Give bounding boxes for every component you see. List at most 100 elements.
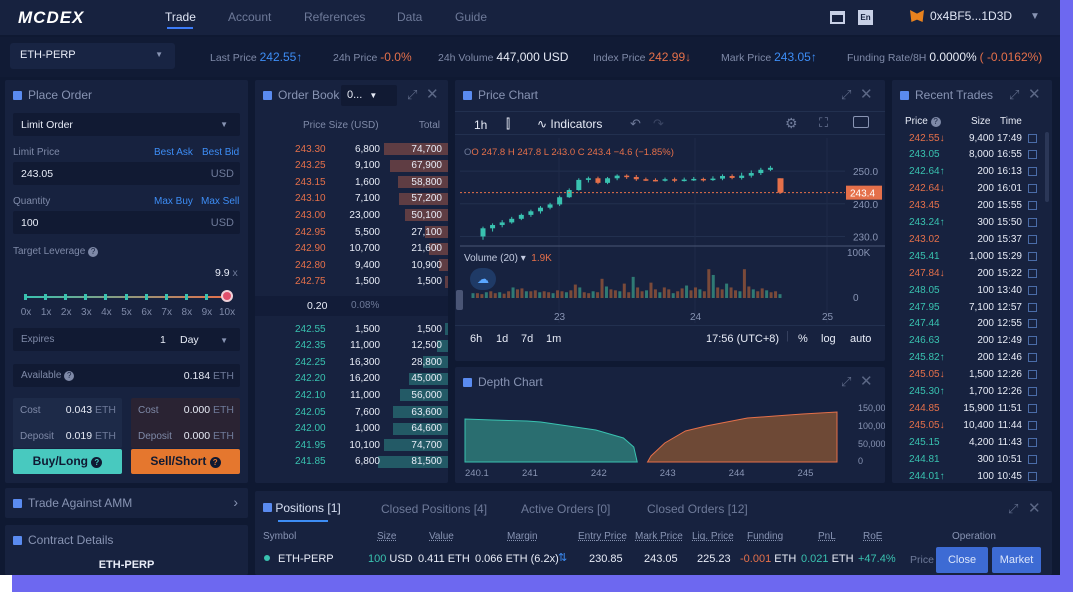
range-6h[interactable]: 6h [470,333,482,345]
column-header[interactable]: PnL [818,531,836,542]
external-link-icon[interactable] [1028,471,1037,481]
nav-guide[interactable]: Guide [455,10,487,24]
tab-positions[interactable]: Positions [1] [263,501,341,515]
orderbook-row[interactable]: 241.95 10,100 74,700 [255,437,448,453]
language-button[interactable]: En [858,10,873,25]
layout-icon[interactable] [830,11,845,24]
column-header[interactable]: Value [429,531,454,542]
leverage-tick-label[interactable]: 5x [119,307,135,318]
wallet-button[interactable]: 0x4BF5...1D3D ▼ [910,9,1040,23]
external-link-icon[interactable] [1028,420,1037,430]
orderbook-row[interactable]: 242.05 7,600 63,600 [255,404,448,420]
expand-icon[interactable]: ⤢ [841,374,851,390]
depth-chart[interactable]: 150,00 100,00 50,000 0 240.1 241 242 243 244 245 [455,397,885,483]
range-7d[interactable]: 7d [521,333,533,345]
undo-icon[interactable]: ↶ [630,116,641,132]
timezone[interactable]: 17:56 (UTC+8) [706,333,779,345]
market-selector[interactable]: ETH-PERP ▼ [10,43,175,69]
quantity-input[interactable]: 100 USD [13,211,240,234]
range-1m[interactable]: 1m [546,333,561,345]
column-header[interactable]: Size [377,531,396,542]
external-link-icon[interactable] [1028,370,1037,380]
percent-toggle[interactable]: % [798,333,808,345]
column-header[interactable]: RoE [863,531,882,542]
logo[interactable]: MCDEX [18,8,84,28]
external-link-icon[interactable] [1028,285,1037,295]
max-sell-link[interactable]: Max Sell [201,196,239,207]
tab-closed-orders[interactable]: Closed Orders [12] [647,502,748,516]
range-1d[interactable]: 1d [496,333,508,345]
sell-short-button[interactable]: Sell/Short ? [131,449,240,474]
tab-active-orders[interactable]: Active Orders [0] [521,502,610,516]
external-link-icon[interactable] [1028,437,1037,447]
expand-icon[interactable]: ⤢ [407,87,417,103]
external-link-icon[interactable] [1028,387,1037,396]
nav-trade[interactable]: Trade [165,10,196,24]
limit-price-input[interactable]: 243.05 USD [13,162,240,185]
nav-account[interactable]: Account [228,10,271,24]
adjust-margin-icon[interactable]: ⇅ [558,551,567,564]
external-link-icon[interactable] [1028,184,1037,194]
orderbook-row[interactable]: 242.75 1,500 1,500 [255,274,448,290]
external-link-icon[interactable] [1028,150,1037,160]
orderbook-row[interactable]: 242.10 11,000 56,000 [255,387,448,403]
external-link-icon[interactable] [1028,454,1037,464]
external-link-icon[interactable] [1028,133,1037,143]
external-link-icon[interactable] [1028,218,1037,227]
tradingview-logo-icon[interactable]: ☁ [470,268,496,290]
redo-icon[interactable]: ↷ [653,116,664,132]
log-toggle[interactable]: log [821,333,836,345]
scrollbar[interactable] [1045,132,1049,202]
leverage-tick-label[interactable]: 10x [219,307,235,318]
column-header[interactable]: Margin [507,531,538,542]
auto-toggle[interactable]: auto [850,333,871,345]
external-link-icon[interactable] [1028,353,1037,363]
nav-references[interactable]: References [304,10,365,24]
column-header[interactable]: Mark Price [635,531,683,542]
leverage-tick-label[interactable]: 3x [78,307,94,318]
orderbook-row[interactable]: 242.80 9,400 10,900 [255,257,448,273]
orderbook-row[interactable]: 242.20 16,200 45,000 [255,371,448,387]
camera-icon[interactable] [853,116,869,128]
orderbook-row[interactable]: 242.95 5,500 27,100 [255,224,448,240]
expires-unit-select[interactable]: Day [180,334,199,346]
buy-long-button[interactable]: Buy/Long ? [13,449,122,474]
leverage-tick-label[interactable]: 8x [179,307,195,318]
orderbook-row[interactable]: 243.00 23,000 50,100 [255,207,448,223]
candle-type-icon[interactable]: ⫿ [506,116,510,132]
settings-icon[interactable]: ⚙ [785,115,798,132]
market-close-button[interactable]: Market [992,547,1041,573]
interval-button[interactable]: 1h [474,118,487,132]
leverage-tick-label[interactable]: 1x [38,307,54,318]
external-link-icon[interactable] [1028,403,1037,413]
trade-against-amm[interactable]: Trade Against AMM › [5,488,248,518]
best-bid-link[interactable]: Best Bid [202,147,239,158]
expires-field[interactable]: Expires 1 Day ▼ [13,328,240,351]
indicators-button[interactable]: ∿ Indicators [537,117,602,131]
nav-data[interactable]: Data [397,10,422,24]
close-icon[interactable]: ✕ [1028,85,1041,103]
orderbook-row[interactable]: 243.30 6,800 74,700 [255,141,448,157]
expand-icon[interactable]: ⤢ [841,87,851,103]
close-icon[interactable]: ✕ [426,85,439,103]
close-icon[interactable]: ✕ [860,85,873,103]
external-link-icon[interactable] [1028,268,1037,278]
external-link-icon[interactable] [1028,234,1037,244]
orderbook-row[interactable]: 242.90 10,700 21,600 [255,241,448,257]
leverage-tick-label[interactable]: 0x [18,307,34,318]
leverage-tick-label[interactable]: 2x [58,307,74,318]
close-icon[interactable]: ✕ [860,372,873,390]
close-position-button[interactable]: Close [936,547,988,573]
external-link-icon[interactable] [1028,201,1037,211]
orderbook-row[interactable]: 242.00 1,000 64,600 [255,421,448,437]
external-link-icon[interactable] [1028,302,1037,312]
orderbook-row[interactable]: 243.25 9,100 67,900 [255,158,448,174]
leverage-slider-handle[interactable] [221,290,233,302]
tab-closed-positions[interactable]: Closed Positions [4] [381,502,487,516]
leverage-tick-label[interactable]: 4x [98,307,114,318]
column-header[interactable]: Funding [747,531,783,542]
column-header[interactable]: Entry Price [578,531,627,542]
expand-icon[interactable]: ⤢ [1008,501,1018,517]
orderbook-row[interactable]: 242.25 16,300 28,800 [255,354,448,370]
leverage-tick-label[interactable]: 6x [139,307,155,318]
